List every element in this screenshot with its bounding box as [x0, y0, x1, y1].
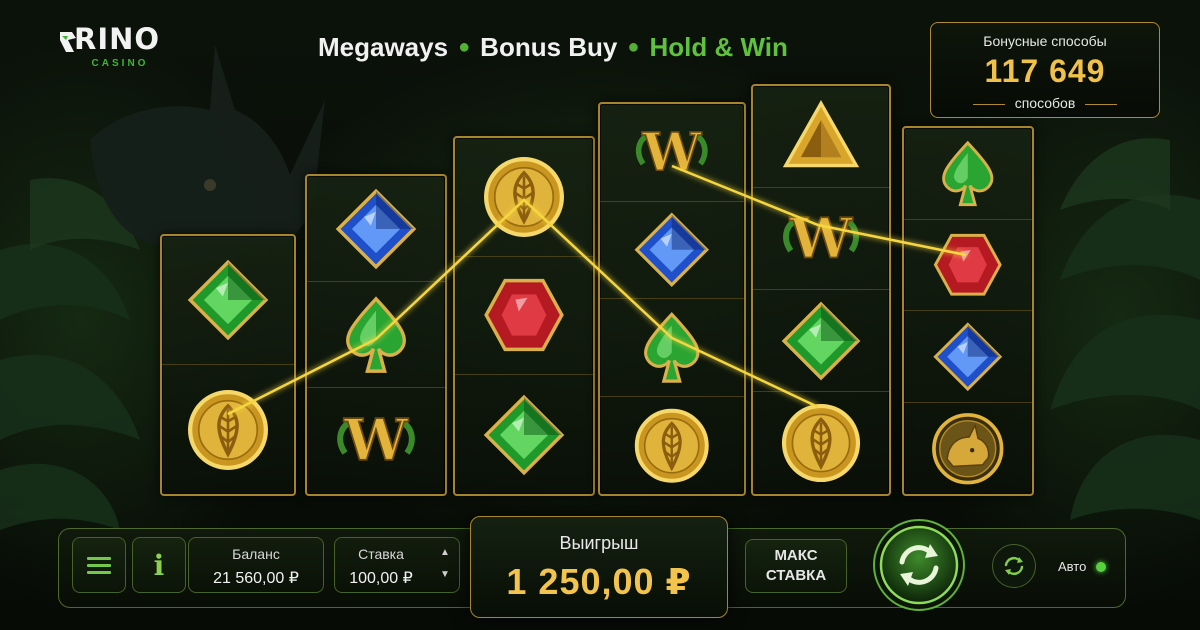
reel-cell — [753, 86, 889, 188]
win-label: Выигрыш — [559, 533, 639, 553]
rhino-medallion-symbol-icon — [932, 412, 1004, 484]
reel-1 — [160, 234, 296, 496]
svg-text:W: W — [343, 408, 409, 474]
max-bet-label-line2: СТАВКА — [765, 567, 827, 584]
reel-cell — [904, 311, 1032, 403]
bonus-ways-value: 117 649 — [984, 53, 1106, 89]
reel-cell: W — [307, 388, 445, 494]
gold-coin-symbol-icon — [188, 389, 268, 470]
menu-button[interactable] — [72, 537, 126, 593]
reel-cell — [904, 403, 1032, 495]
reel-cell — [753, 392, 889, 494]
logo-wordmark: RINO — [74, 22, 161, 56]
wild-symbol-icon: W — [783, 205, 859, 272]
max-bet-label-line1: МАКС — [774, 547, 818, 564]
autoplay-status-indicator[interactable] — [1096, 562, 1106, 572]
balance-display: Баланс 21 560,00 ₽ — [188, 537, 324, 593]
feature-hold-and-win: Hold & Win — [649, 32, 788, 62]
reel-cell — [307, 282, 445, 388]
bonus-ways-panel: Бонусные способы 117 649 способов — [930, 22, 1160, 118]
ruby-symbol-icon — [933, 233, 1003, 296]
gold-coin-symbol-icon — [484, 156, 564, 237]
svg-text:W: W — [789, 206, 853, 271]
emerald-symbol-icon — [781, 301, 861, 380]
separator-dot: ● — [458, 36, 471, 58]
info-icon: i — [153, 548, 165, 582]
stake-decrease-button[interactable]: ▼ — [437, 564, 453, 586]
stake-stepper: ▲ ▼ — [437, 542, 453, 586]
reel-cell — [904, 128, 1032, 220]
svg-text:W: W — [642, 122, 703, 183]
stake-increase-button[interactable]: ▲ — [437, 542, 453, 564]
emerald-spade-symbol-icon — [644, 311, 700, 383]
reel-cell: W — [753, 188, 889, 290]
reel-cell — [753, 290, 889, 392]
divider — [1085, 104, 1117, 105]
win-display: Выигрыш 1 250,00 ₽ — [470, 516, 728, 618]
menu-icon — [87, 557, 111, 574]
autoplay-button[interactable] — [992, 544, 1036, 588]
reel-cell — [455, 257, 593, 376]
reel-cell — [600, 202, 744, 299]
max-bet-button[interactable]: МАКС СТАВКА — [745, 539, 847, 593]
emerald-spade-symbol-icon — [346, 295, 406, 373]
reel-4: W — [598, 102, 746, 496]
emerald-symbol-icon — [187, 259, 269, 341]
autoplay-label: Авто — [1058, 559, 1087, 574]
win-value: 1 250,00 ₽ — [506, 561, 692, 602]
stake-label: Ставка — [358, 546, 404, 562]
ruby-symbol-icon — [484, 279, 564, 352]
bonus-ways-subtitle: способов — [1014, 95, 1076, 111]
reel-3 — [453, 136, 595, 496]
wild-symbol-icon: W — [636, 121, 708, 184]
reel-cell — [162, 236, 294, 365]
reel-cell — [455, 138, 593, 257]
reel-cell — [600, 299, 744, 397]
bonus-ways-title: Бонусные способы — [983, 33, 1107, 49]
sapphire-symbol-icon — [634, 212, 710, 287]
feature-megaways: Megaways — [318, 32, 449, 62]
reel-cell — [162, 365, 294, 494]
sapphire-symbol-icon — [933, 321, 1003, 391]
reel-cell — [600, 397, 744, 495]
gold-coin-symbol-icon — [781, 403, 861, 483]
balance-value: 21 560,00 ₽ — [213, 570, 299, 587]
reel-cell: W — [600, 104, 744, 202]
reel-6 — [902, 126, 1034, 496]
gold-coin-symbol-icon — [635, 408, 709, 483]
logo-subtitle: CASINO — [91, 58, 149, 69]
stake-value: 100,00 ₽ — [349, 570, 413, 587]
balance-label: Баланс — [232, 546, 280, 562]
emerald-symbol-icon — [483, 394, 565, 475]
stake-field: Ставка 100,00 ₽ ▲ ▼ — [334, 537, 460, 593]
sapphire-symbol-icon — [335, 188, 417, 269]
wild-symbol-icon: W — [337, 407, 415, 475]
info-button[interactable]: i — [132, 537, 186, 593]
reel-cell — [307, 176, 445, 282]
reel-cell — [455, 375, 593, 494]
autoplay-icon — [1004, 556, 1024, 576]
separator-dot: ● — [627, 36, 640, 58]
gold-pyramid-symbol-icon — [782, 99, 860, 167]
feature-list: Megaways ● Bonus Buy ● Hold & Win — [318, 32, 788, 63]
feature-bonus-buy: Bonus Buy — [480, 32, 618, 62]
emerald-spade-symbol-icon — [942, 140, 994, 206]
reel-2: W — [305, 174, 447, 496]
reel-cell — [904, 220, 1032, 311]
spin-button[interactable] — [872, 518, 966, 612]
casino-logo: RINO CASINO — [58, 22, 182, 74]
reel-5: W — [751, 84, 891, 496]
